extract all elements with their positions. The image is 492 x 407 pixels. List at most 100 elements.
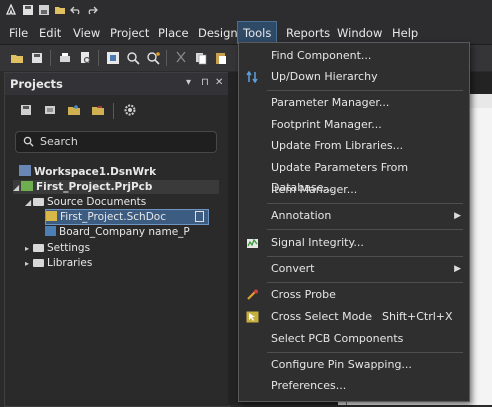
open-icon[interactable] — [10, 51, 24, 65]
save-icon[interactable] — [22, 4, 34, 16]
menu-item-annotation[interactable]: Annotation ▶ — [239, 206, 469, 226]
menu-separator — [267, 229, 463, 230]
panel-close-icon[interactable]: ✕ — [215, 77, 223, 88]
cross-select-shortcut: Shift+Ctrl+X — [382, 310, 453, 323]
board-doc-icon — [45, 226, 56, 236]
menu-item-preferences[interactable]: Preferences... — [239, 376, 469, 396]
select-pcb-components-label: Select PCB Components — [271, 332, 404, 345]
menu-item-parameter-manager[interactable]: Parameter Manager... — [239, 93, 469, 113]
tree-item-workspace[interactable]: Workspace1.DsnWrk — [19, 165, 156, 179]
menu-item-update-from-libraries[interactable]: Update From Libraries... — [239, 136, 469, 156]
workspace-label: Workspace1.DsnWrk — [34, 166, 157, 178]
zoom-selected-icon[interactable] — [146, 51, 160, 65]
redo-icon[interactable] — [86, 4, 98, 16]
menu-separator — [267, 203, 463, 204]
menu-item-select-pcb-components[interactable]: Select PCB Components — [239, 329, 469, 349]
item-manager-label: Item Manager... — [271, 183, 358, 196]
submenu-arrow-icon: ▶ — [454, 264, 461, 274]
annotation-label: Annotation — [271, 209, 332, 222]
projects-panel-toolbar — [5, 97, 229, 123]
panel-pin-icon[interactable]: ⊓ — [201, 77, 209, 88]
remove-document-icon[interactable] — [91, 103, 105, 117]
workspace-icon — [19, 165, 31, 176]
update-from-libraries-label: Update From Libraries... — [271, 139, 404, 152]
menu-separator — [267, 352, 463, 353]
menu-window[interactable]: Window — [332, 22, 387, 44]
menu-place[interactable]: Place — [153, 22, 194, 44]
menu-item-item-manager[interactable]: Item Manager... — [239, 180, 469, 200]
cross-probe-label: Cross Probe — [271, 288, 336, 301]
search-input[interactable]: Search — [15, 131, 217, 153]
menu-separator — [267, 90, 463, 91]
menu-item-footprint-manager[interactable]: Footprint Manager... — [239, 115, 469, 135]
zoom-area-icon[interactable] — [126, 51, 140, 65]
signal-integrity-label: Signal Integrity... — [271, 236, 364, 249]
save-icon[interactable] — [19, 103, 33, 117]
search-icon — [23, 136, 34, 147]
preferences-label: Preferences... — [271, 379, 347, 392]
tree-item-libraries[interactable]: ▸ Libraries — [25, 256, 92, 270]
signal-integrity-icon — [247, 238, 258, 248]
menu-item-find-component[interactable]: Find Component... — [239, 46, 469, 66]
menu-project[interactable]: Project — [105, 22, 154, 44]
parameter-manager-label: Parameter Manager... — [271, 96, 390, 109]
menu-item-signal-integrity[interactable]: Signal Integrity... — [239, 233, 469, 253]
document-status-icon — [195, 211, 204, 222]
title-bar — [0, 0, 492, 22]
toolbar-separator — [98, 50, 99, 66]
copy-icon[interactable] — [194, 51, 208, 65]
schdoc-label: First_Project.SchDoc — [60, 211, 166, 223]
save-all-icon[interactable] — [38, 4, 50, 16]
gear-icon[interactable] — [123, 103, 137, 117]
toolbar-separator — [50, 50, 51, 66]
menu-separator — [267, 282, 463, 283]
menu-item-updown-hierarchy[interactable]: Up/Down Hierarchy — [239, 67, 469, 87]
tree-item-board[interactable]: Board_Company name_P — [45, 225, 190, 239]
menu-design[interactable]: Design — [193, 22, 243, 44]
updown-arrows-icon — [246, 71, 258, 83]
tree-item-project[interactable]: ◢ First_Project.PrjPcb — [13, 180, 219, 194]
menu-item-cross-select-mode[interactable]: Cross Select Mode Shift+Ctrl+X — [239, 307, 469, 327]
print-icon[interactable] — [58, 51, 72, 65]
menu-item-configure-pin-swapping[interactable]: Configure Pin Swapping... — [239, 355, 469, 375]
submenu-arrow-icon: ▶ — [454, 211, 461, 221]
menu-reports[interactable]: Reports — [281, 22, 335, 44]
undo-icon[interactable] — [70, 4, 82, 16]
menu-item-update-parameters-from-database[interactable]: Update Parameters From Database... — [239, 158, 469, 194]
cross-select-mode-label: Cross Select Mode — [271, 310, 373, 323]
add-document-icon[interactable] — [67, 103, 81, 117]
libraries-label: Libraries — [47, 257, 93, 269]
open-folder-icon[interactable] — [54, 4, 66, 16]
menu-help[interactable]: Help — [387, 22, 423, 44]
folder-icon — [33, 259, 44, 267]
schematic-doc-icon — [46, 211, 57, 221]
menu-bar: File Edit View Project Place Design Tool… — [0, 21, 492, 45]
compile-icon[interactable] — [43, 103, 57, 117]
menu-item-convert[interactable]: Convert ▶ — [239, 259, 469, 279]
zoom-fit-icon[interactable] — [106, 51, 120, 65]
collapse-arrow-icon: ◢ — [13, 183, 20, 192]
source-documents-label: Source Documents — [47, 196, 147, 208]
find-component-label: Find Component... — [271, 49, 372, 62]
folder-icon — [33, 198, 44, 206]
toolbar-separator — [113, 103, 114, 119]
tree-item-settings[interactable]: ▸ Settings — [25, 241, 90, 255]
print-preview-icon[interactable] — [78, 51, 92, 65]
tree-item-source-documents[interactable]: ◢ Source Documents — [25, 195, 146, 209]
tree-item-schdoc[interactable]: First_Project.SchDoc — [45, 209, 209, 225]
save-icon[interactable] — [30, 51, 44, 65]
panel-menu-icon[interactable]: ▾ — [186, 77, 191, 88]
cut-icon[interactable] — [174, 51, 188, 65]
board-label: Board_Company name_P — [59, 226, 190, 238]
folder-icon — [33, 244, 44, 252]
configure-pin-swapping-label: Configure Pin Swapping... — [271, 358, 412, 371]
menu-file[interactable]: File — [4, 22, 33, 44]
menu-item-cross-probe[interactable]: Cross Probe — [239, 285, 469, 305]
menu-tools[interactable]: Tools — [236, 21, 278, 45]
menu-edit[interactable]: Edit — [34, 22, 66, 44]
menu-view[interactable]: View — [68, 22, 105, 44]
cross-probe-icon — [247, 289, 258, 300]
projects-panel: Projects ▾ ⊓ ✕ Search Workspace1.DsnWrk … — [4, 72, 230, 407]
project-label: First_Project.PrjPcb — [36, 181, 153, 193]
paste-icon[interactable] — [214, 51, 228, 65]
